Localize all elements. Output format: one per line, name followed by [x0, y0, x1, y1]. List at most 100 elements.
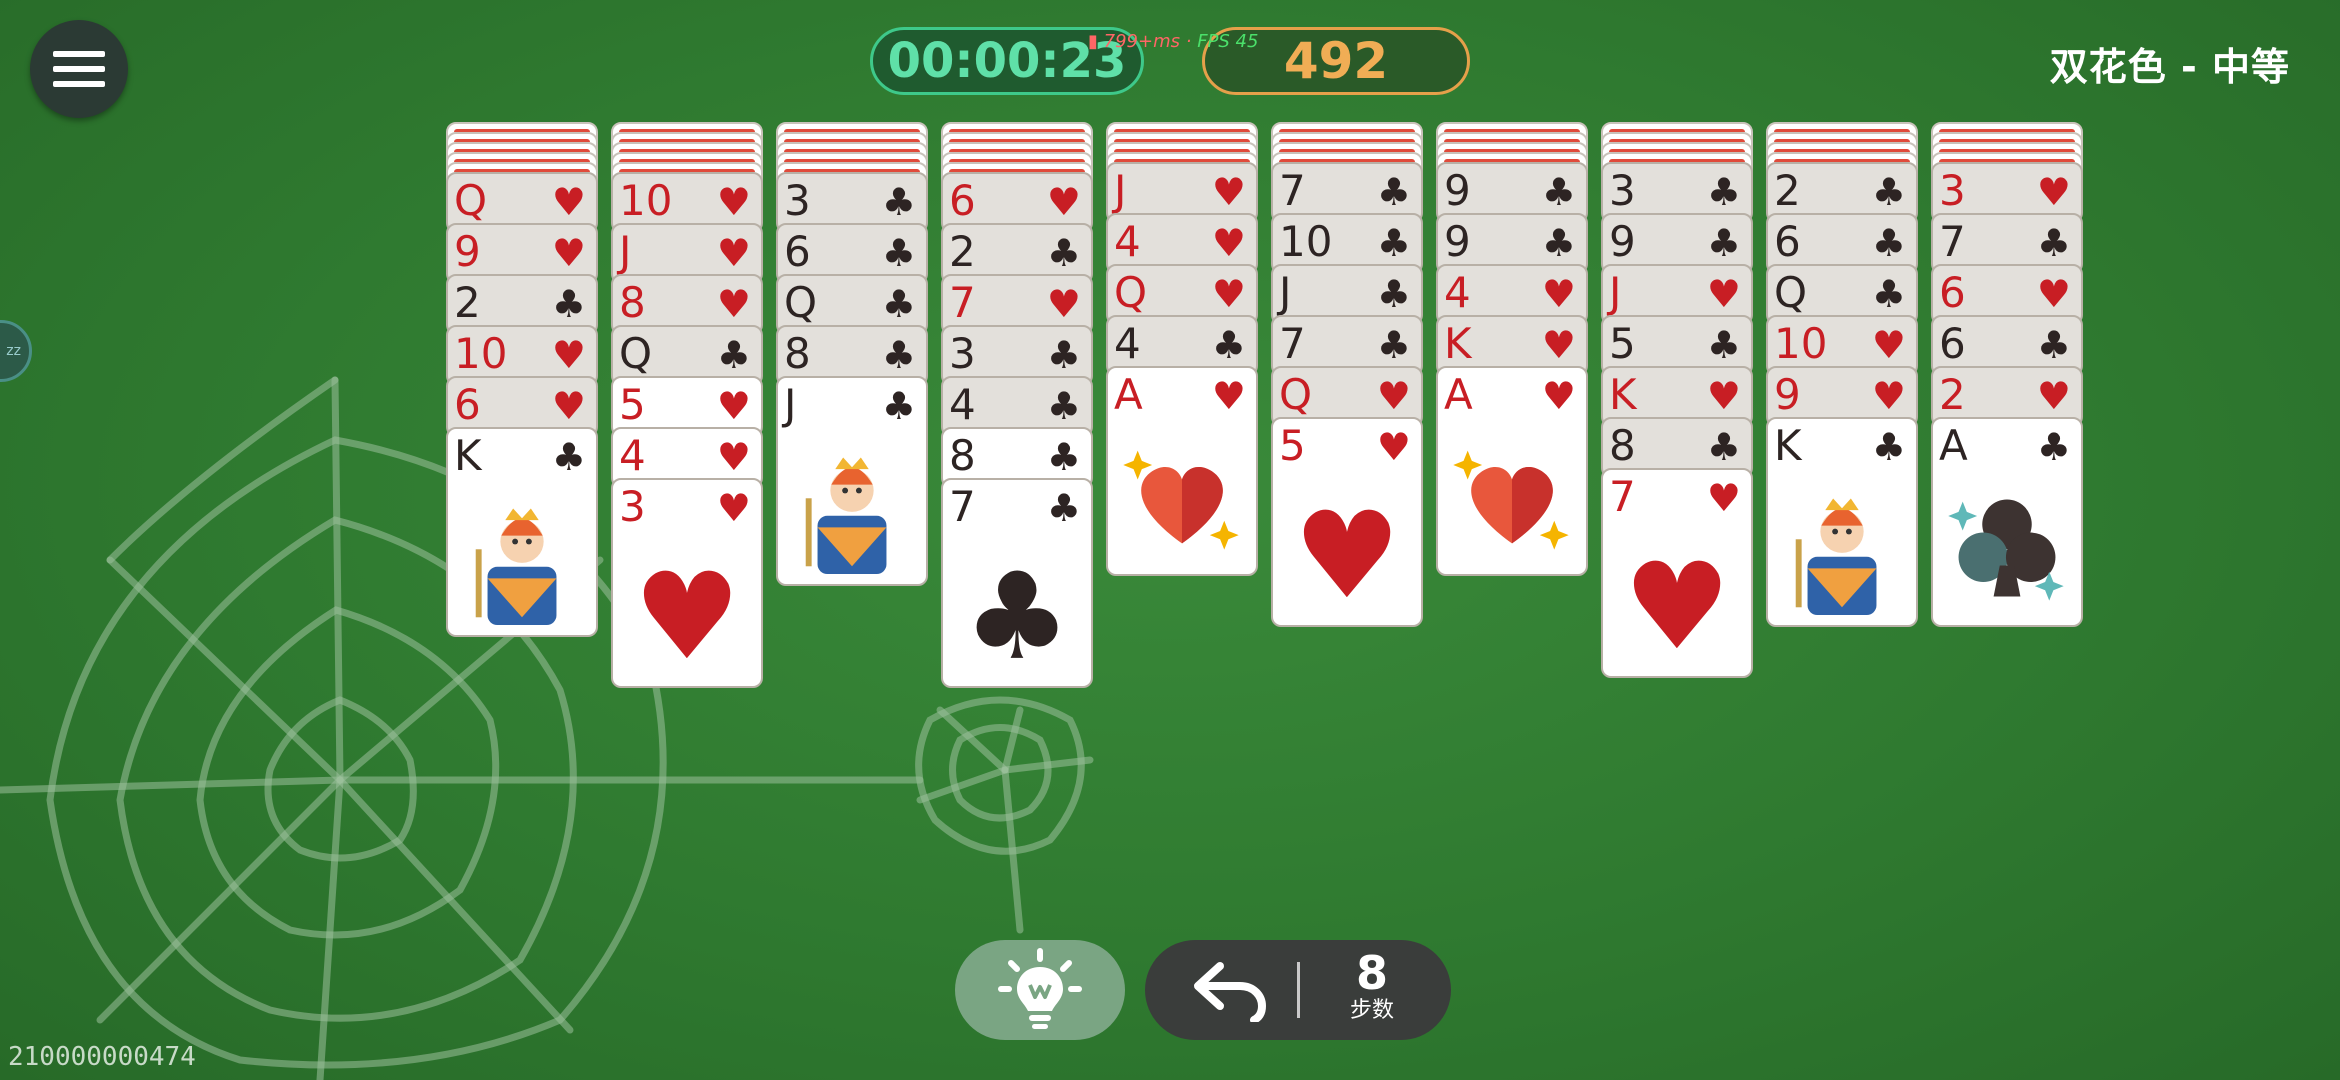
card-rank: 3: [949, 329, 976, 378]
heart-suit-icon: ♥: [1871, 374, 1906, 418]
card-rank: 6: [1939, 268, 1966, 317]
side-handle-glyph: zz: [6, 343, 21, 359]
undo-arrow-icon[interactable]: [1190, 958, 1270, 1022]
club-suit-icon: ♣: [1376, 170, 1411, 214]
heart-suit-icon: ♥: [1541, 374, 1576, 418]
club-suit-icon: ♣: [1706, 425, 1741, 469]
card-rank: 8: [784, 329, 811, 378]
club-suit-icon: ♣: [551, 282, 586, 326]
ace-heart-icon: [1438, 430, 1586, 564]
club-suit-icon: ♣: [1046, 384, 1081, 428]
moves-label: 步数: [1349, 998, 1394, 1023]
debug-fps: FPS 45: [1197, 31, 1259, 52]
heart-suit-icon: ♥: [1706, 272, 1741, 316]
heart-suit-icon: ♥: [2036, 272, 2071, 316]
club-suit-icon: ♣: [1376, 272, 1411, 316]
club-suit-icon: ♣: [1541, 170, 1576, 214]
club-pip-icon: ♣: [963, 548, 1071, 687]
heart-suit-icon: ♥: [1211, 374, 1246, 418]
card-rank: A: [1939, 421, 1968, 470]
card-rank: 3: [1609, 166, 1636, 215]
playing-card[interactable]: 7 ♣ ♣: [941, 478, 1093, 688]
card-rank: A: [1114, 370, 1143, 419]
heart-suit-icon: ♥: [1211, 272, 1246, 316]
heart-suit-icon: ♥: [551, 231, 586, 275]
card-rank: 4: [619, 431, 646, 480]
heart-suit-icon: ♥: [716, 435, 751, 479]
card-rank: K: [1444, 319, 1472, 368]
divider: [1297, 962, 1300, 1018]
card-rank: 7: [949, 278, 976, 327]
club-suit-icon: ♣: [2036, 323, 2071, 367]
ace-heart-icon: [1108, 430, 1256, 564]
card-rank: 8: [619, 278, 646, 327]
card-rank: 2: [1774, 166, 1801, 215]
card-rank: 2: [454, 278, 481, 327]
card-rank: 8: [949, 431, 976, 480]
card-rank: 3: [1939, 166, 1966, 215]
card-rank: K: [1609, 370, 1637, 419]
club-suit-icon: ♣: [881, 231, 916, 275]
card-rank: 7: [1939, 217, 1966, 266]
playing-card[interactable]: J ♣: [776, 376, 928, 586]
card-rank: J: [1609, 268, 1622, 317]
playing-card[interactable]: K ♣: [446, 427, 598, 637]
card-rank: Q: [1279, 370, 1313, 419]
playing-card[interactable]: A ♥: [1106, 366, 1258, 576]
card-rank: 10: [454, 329, 508, 378]
club-suit-icon: ♣: [1706, 221, 1741, 265]
heart-suit-icon: ♥: [2036, 170, 2071, 214]
playing-card[interactable]: 7 ♥ ♥: [1601, 468, 1753, 678]
court-figure-icon: [1778, 481, 1906, 617]
playing-card[interactable]: A ♥: [1436, 366, 1588, 576]
card-rank: 5: [1279, 421, 1306, 470]
club-suit-icon: ♣: [1871, 272, 1906, 316]
playing-card[interactable]: 5 ♥ ♥: [1271, 417, 1423, 627]
club-suit-icon: ♣: [1871, 170, 1906, 214]
club-suit-icon: ♣: [1211, 323, 1246, 367]
card-rank: 9: [1774, 370, 1801, 419]
card-rank: J: [1279, 268, 1292, 317]
club-suit-icon: ♣: [1706, 170, 1741, 214]
heart-suit-icon: ♥: [716, 180, 751, 224]
heart-suit-icon: ♥: [1541, 272, 1576, 316]
playing-card[interactable]: A ♣: [1931, 417, 2083, 627]
card-rank: 5: [1609, 319, 1636, 368]
hint-button[interactable]: [955, 940, 1125, 1040]
card-rank: Q: [454, 176, 488, 225]
card-rank: 4: [949, 380, 976, 429]
card-rank: J: [619, 227, 632, 276]
heart-suit-icon: ♥: [716, 231, 751, 275]
card-rank: 6: [949, 176, 976, 225]
card-rank: 6: [784, 227, 811, 276]
card-rank: 9: [1609, 217, 1636, 266]
card-rank: 3: [784, 176, 811, 225]
card-rank: Q: [784, 278, 818, 327]
heart-pip-icon: ♥: [633, 548, 741, 687]
club-suit-icon: ♣: [881, 333, 916, 377]
club-suit-icon: ♣: [1046, 231, 1081, 275]
card-rank: J: [784, 380, 797, 429]
club-suit-icon: ♣: [1376, 221, 1411, 265]
game-mode-title: 双花色 - 中等: [2049, 45, 2290, 89]
club-suit-icon: ♣: [716, 333, 751, 377]
card-rank: Q: [619, 329, 653, 378]
playing-card[interactable]: 3 ♥ ♥: [611, 478, 763, 688]
card-rank: 6: [454, 380, 481, 429]
menu-button[interactable]: [30, 20, 128, 118]
card-rank: A: [1444, 370, 1473, 419]
heart-suit-icon: ♥: [551, 384, 586, 428]
card-rank: K: [454, 431, 482, 480]
heart-suit-icon: ♥: [1046, 282, 1081, 326]
heart-suit-icon: ♥: [551, 180, 586, 224]
heart-pip-icon: ♥: [1293, 487, 1401, 626]
card-rank: 2: [1939, 370, 1966, 419]
card-rank: 7: [1609, 472, 1636, 521]
playing-card[interactable]: K ♣: [1766, 417, 1918, 627]
club-suit-icon: ♣: [2036, 425, 2071, 469]
heart-suit-icon: ♥: [1871, 323, 1906, 367]
ace-club-icon: [1933, 481, 2081, 615]
card-rank: 7: [1279, 319, 1306, 368]
debug-ping: 799+ms: [1103, 31, 1180, 52]
hamburger-icon: [53, 51, 105, 87]
